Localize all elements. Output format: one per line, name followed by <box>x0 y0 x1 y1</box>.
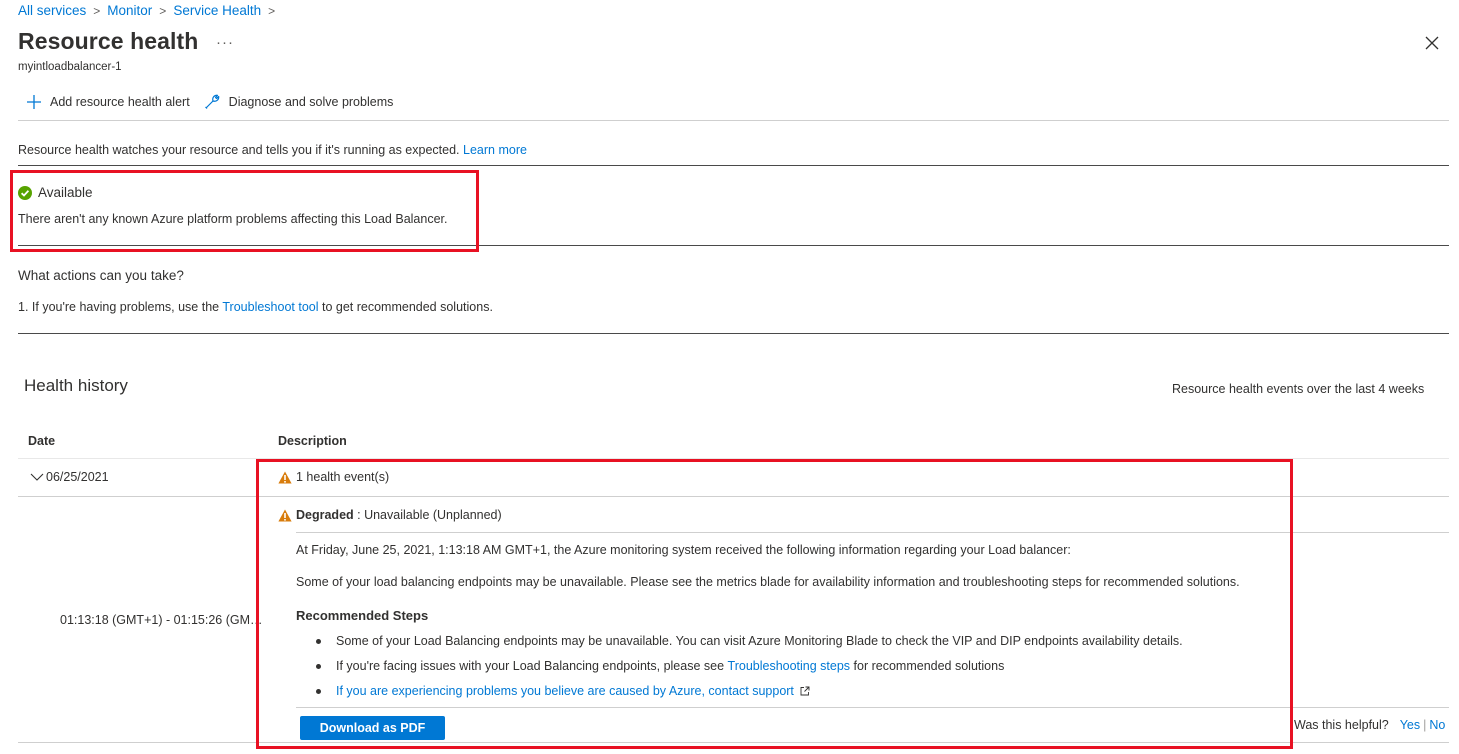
step-text-prefix: If you're facing issues with your Load B… <box>336 659 725 673</box>
column-header-date[interactable]: Date <box>28 434 55 448</box>
divider <box>18 120 1449 121</box>
event-status-detail: Unavailable (Unplanned) <box>364 508 502 522</box>
recommended-steps-heading: Recommended Steps <box>296 608 429 623</box>
divider <box>18 333 1449 334</box>
step-text-suffix: for recommended solutions <box>853 659 1005 673</box>
feedback: Was this helpful? Yes | No <box>1294 718 1445 732</box>
wrench-icon <box>204 94 219 109</box>
feedback-question: Was this helpful? <box>1294 718 1389 732</box>
event-time-range: 01:13:18 (GMT+1) - 01:15:26 (GMT+1) <box>60 613 267 627</box>
recommended-step: Some of your Load Balancing endpoints ma… <box>316 634 1183 648</box>
recommended-step: If you are experiencing problems you bel… <box>316 684 810 698</box>
health-history-title: Health history <box>24 376 128 395</box>
event-paragraph-1: At Friday, June 25, 2021, 1:13:18 AM GMT… <box>296 543 1071 557</box>
event-status-separator: : <box>353 508 365 522</box>
availability-status: Available <box>18 185 93 200</box>
divider <box>18 165 1449 166</box>
troubleshooting-steps-link[interactable]: Troubleshooting steps <box>728 659 851 673</box>
intro-text: Resource health watches your resource an… <box>18 143 527 157</box>
bullet-icon <box>316 638 321 644</box>
highlight-box-status <box>10 170 479 252</box>
action-item: 1. If you're having problems, use the Tr… <box>18 300 493 314</box>
step-text: Some of your Load Balancing endpoints ma… <box>336 634 1183 648</box>
breadcrumb: All services > Monitor > Service Health … <box>18 3 282 18</box>
event-status: Degraded : Unavailable (Unplanned) <box>278 508 502 522</box>
chevron-right-icon: > <box>159 3 167 18</box>
action-item-prefix: 1. If you're having problems, use the <box>18 300 220 314</box>
row-expand-toggle[interactable]: 06/25/2021 <box>30 470 109 484</box>
download-pdf-button[interactable]: Download as PDF <box>300 716 445 740</box>
breadcrumb-monitor[interactable]: Monitor <box>107 3 152 18</box>
divider <box>296 532 1449 533</box>
feedback-no-link[interactable]: No <box>1429 718 1445 732</box>
add-alert-label: Add resource health alert <box>50 94 190 109</box>
chevron-down-icon <box>30 473 44 481</box>
external-link-icon <box>800 686 810 696</box>
warning-icon <box>278 509 292 521</box>
health-event-count: 1 health event(s) <box>278 470 389 484</box>
event-paragraph-2: Some of your load balancing endpoints ma… <box>296 575 1240 589</box>
warning-icon <box>278 471 292 483</box>
check-circle-icon <box>18 185 32 200</box>
column-header-description[interactable]: Description <box>278 434 347 448</box>
action-item-suffix: to get recommended solutions. <box>321 300 493 314</box>
diagnose-button[interactable]: Diagnose and solve problems <box>204 93 394 110</box>
page-title: Resource health <box>18 28 199 54</box>
row-divider <box>18 742 1449 743</box>
row-date: 06/25/2021 <box>46 470 109 484</box>
breadcrumb-all-services[interactable]: All services <box>18 3 86 18</box>
learn-more-link[interactable]: Learn more <box>463 143 527 157</box>
troubleshoot-tool-link[interactable]: Troubleshoot tool <box>222 300 318 314</box>
feedback-separator: | <box>1423 718 1427 732</box>
command-bar: Add resource health alert Diagnose and s… <box>26 93 407 110</box>
breadcrumb-service-health[interactable]: Service Health <box>173 3 261 18</box>
event-status-label: Degraded <box>296 508 354 522</box>
divider <box>296 707 1449 708</box>
divider <box>18 245 1449 246</box>
bullet-icon <box>316 663 321 669</box>
status-description: There aren't any known Azure platform pr… <box>18 212 448 226</box>
intro-description: Resource health watches your resource an… <box>18 143 460 157</box>
contact-support-link[interactable]: If you are experiencing problems you bel… <box>336 684 794 698</box>
more-options-button[interactable]: ··· <box>216 34 234 51</box>
row-divider <box>18 496 1449 497</box>
status-label: Available <box>38 185 93 200</box>
health-history-subtitle: Resource health events over the last 4 w… <box>1172 382 1425 396</box>
diagnose-label: Diagnose and solve problems <box>228 94 394 109</box>
highlight-box-event <box>256 459 1293 749</box>
add-resource-health-alert-button[interactable]: Add resource health alert <box>26 94 190 110</box>
feedback-yes-link[interactable]: Yes <box>1400 718 1420 732</box>
recommended-step: If you're facing issues with your Load B… <box>316 659 1004 673</box>
chevron-right-icon: > <box>268 3 276 18</box>
table-header-divider <box>18 458 1449 459</box>
close-icon[interactable] <box>1424 35 1440 51</box>
event-count-text: 1 health event(s) <box>296 470 390 484</box>
actions-heading: What actions can you take? <box>18 268 184 283</box>
plus-icon <box>27 94 41 109</box>
chevron-right-icon: > <box>93 3 101 18</box>
resource-name: myintloadbalancer-1 <box>18 61 122 73</box>
bullet-icon <box>316 688 321 694</box>
